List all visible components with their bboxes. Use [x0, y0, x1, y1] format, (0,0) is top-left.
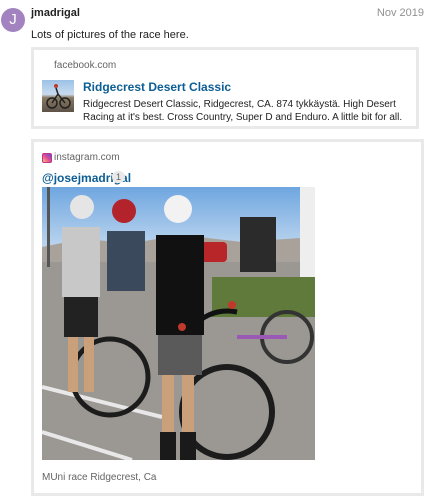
post-text: Lots of pictures of the race here.	[31, 29, 189, 41]
instagram-photo[interactable]	[42, 187, 315, 460]
instagram-source-link[interactable]: instagram.com	[54, 152, 120, 163]
avatar[interactable]: J	[1, 8, 25, 32]
instagram-icon	[42, 153, 52, 163]
instagram-onebox: instagram.com @josejmadrigal 1 MUni race…	[31, 139, 424, 496]
username[interactable]: jmadrigal	[31, 7, 80, 19]
instagram-caption: MUni race Ridgecrest, Ca	[42, 472, 157, 483]
facebook-description: Ridgecrest Desert Classic, Ridgecrest, C…	[83, 99, 403, 123]
post-date[interactable]: Nov 2019	[377, 7, 424, 19]
facebook-title-link[interactable]: Ridgecrest Desert Classic	[83, 80, 231, 94]
facebook-source-link[interactable]: facebook.com	[54, 60, 116, 71]
facebook-thumbnail[interactable]	[42, 80, 74, 112]
facebook-onebox: facebook.com Ridgecrest Desert Classic R…	[31, 47, 419, 129]
click-count-badge: 1	[112, 171, 126, 183]
